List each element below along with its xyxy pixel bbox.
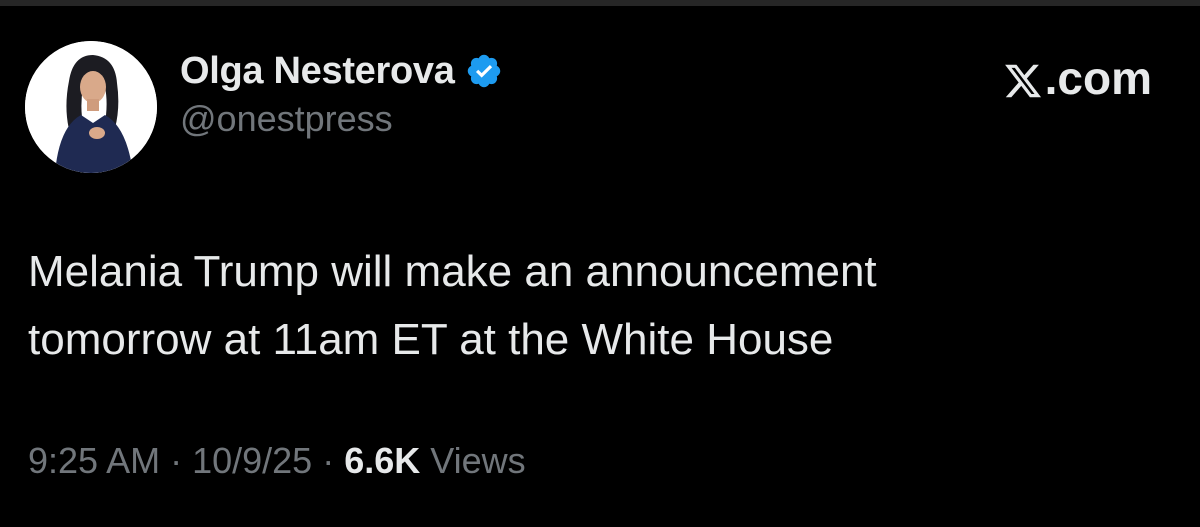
meta-separator: · [160,440,193,481]
brand-watermark: .com [1003,50,1152,106]
author-handle[interactable]: @onestpress [180,98,393,140]
views-label: Views [420,440,526,481]
x-logo-icon [1003,58,1043,98]
views-count[interactable]: 6.6K [344,440,420,481]
avatar-photo [25,41,157,173]
avatar[interactable] [25,41,157,173]
verified-badge-icon [465,52,503,90]
tweet-text-line: tomorrow at 11am ET at the White House [28,315,834,364]
tweet-meta: 9:25 AM · 10/9/25 · 6.6K Views [28,440,526,482]
display-name[interactable]: Olga Nesterova [180,50,455,93]
tweet-card: Olga Nesterova @onestpress .com Melania … [0,6,1200,527]
brand-label: .com [1044,52,1152,104]
tweet-date[interactable]: 10/9/25 [192,440,312,481]
tweet-time[interactable]: 9:25 AM [28,440,160,481]
author-name-row: Olga Nesterova [180,46,503,96]
tweet-text-line: Melania Trump will make an announcement [28,247,877,296]
meta-separator: · [312,440,345,481]
tweet-text: Melania Trump will make an announcement … [28,238,1168,374]
